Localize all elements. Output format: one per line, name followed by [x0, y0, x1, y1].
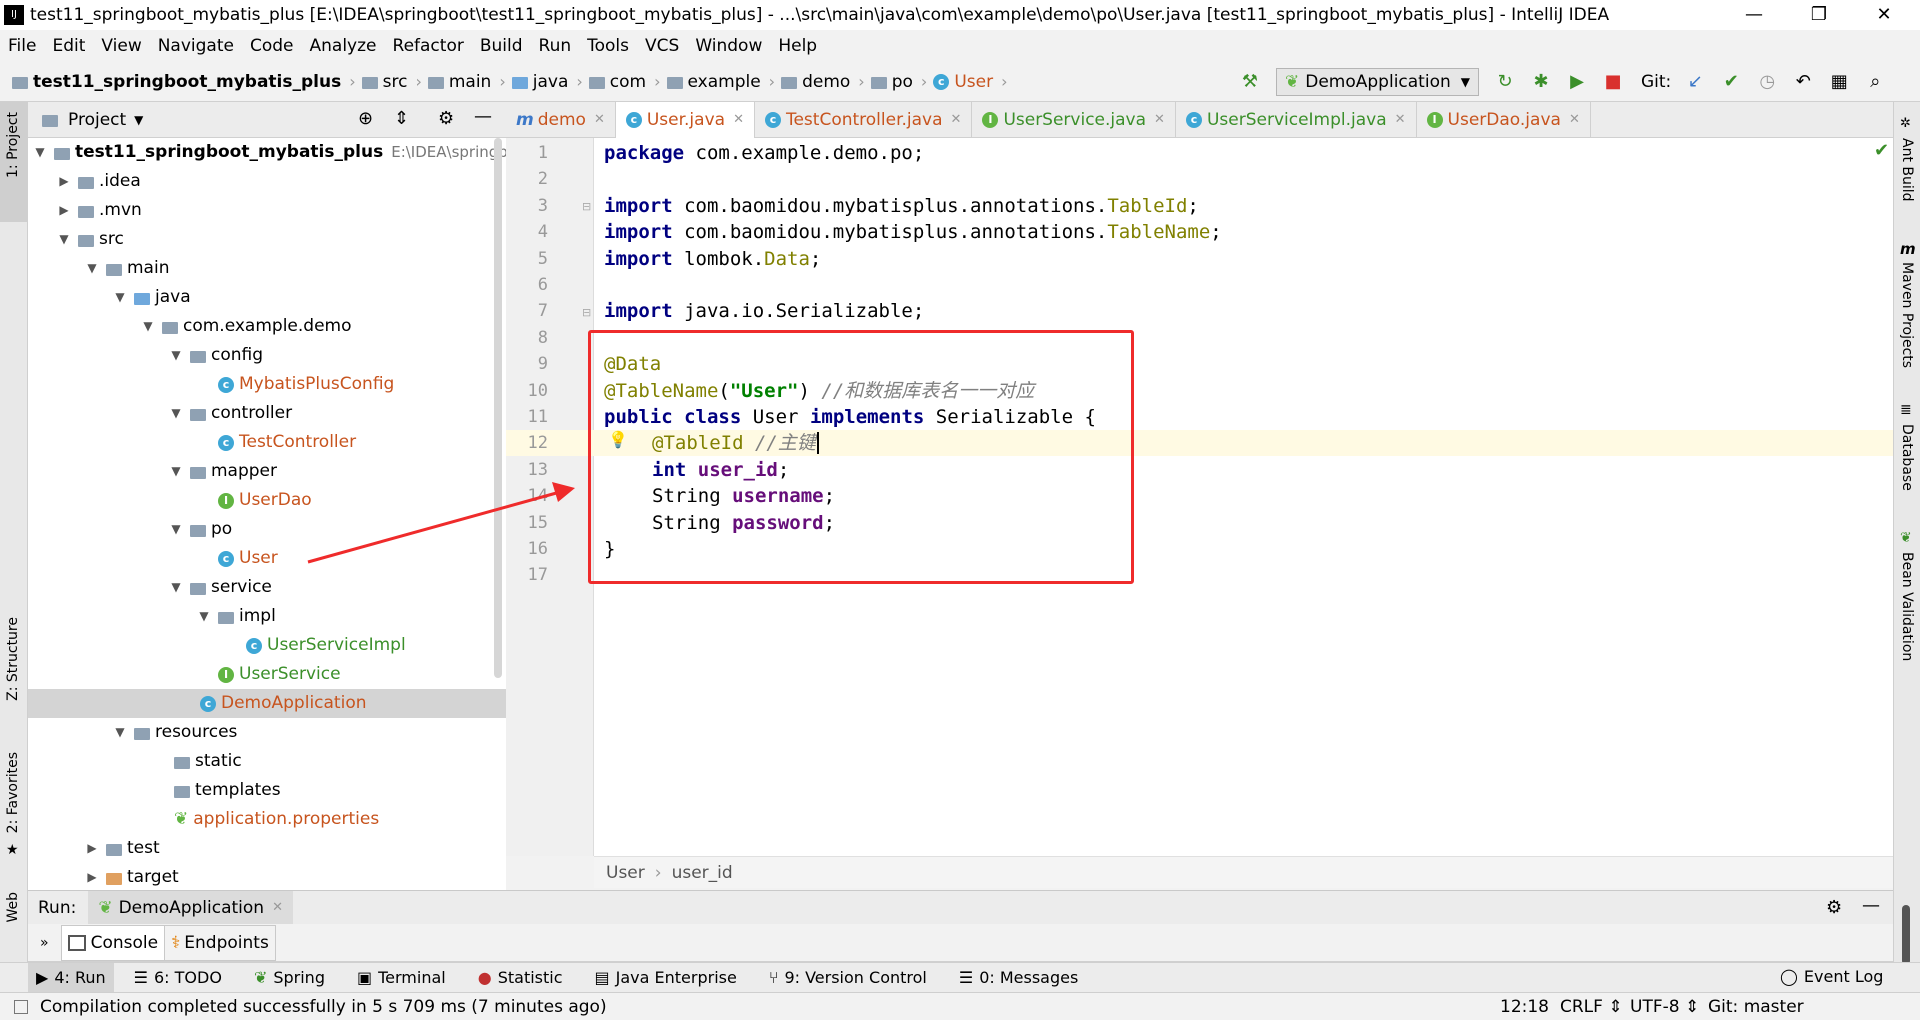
- close-icon[interactable]: ✕: [272, 900, 283, 915]
- run-label: Run:: [38, 897, 77, 918]
- tool-label: 4: Run: [54, 968, 106, 987]
- tool-label: Java Enterprise: [615, 968, 737, 987]
- tool-spring[interactable]: ❦ Spring: [254, 968, 325, 987]
- tool-window-bar: ▶ 4: Run ☰ 6: TODO ❦ Spring ▣ Terminal ● Stat…: [0, 962, 1920, 993]
- endpoints-icon: ⚕: [171, 932, 181, 953]
- run-config-tab[interactable]: ❦ DemoApplication ✕: [88, 890, 293, 925]
- run-subtabs: » Console ⚕ Endpoints: [28, 924, 1893, 962]
- tab-console[interactable]: Console: [60, 924, 166, 961]
- todo-list-icon: ☰: [133, 968, 148, 987]
- tool-label: Statistic: [497, 968, 563, 987]
- tool-run[interactable]: ▶ 4: Run: [28, 962, 114, 993]
- event-log-icon: ◯: [1780, 967, 1798, 986]
- hide-panel-icon[interactable]: —: [1862, 895, 1880, 916]
- editor-breadcrumb: User › user_id: [594, 856, 1893, 888]
- caret-position[interactable]: 12:18: [1500, 997, 1549, 1017]
- tool-label: Terminal: [378, 968, 446, 987]
- run-icon: ▶: [36, 968, 49, 987]
- chevron-right-icon: ›: [654, 862, 662, 883]
- tool-version-control[interactable]: ⑂ 9: Version Control: [769, 968, 927, 987]
- java-enterprise-icon: ▤: [594, 968, 610, 987]
- line-separator[interactable]: CRLF ⇕: [1560, 997, 1623, 1017]
- run-config-tab-label: DemoApplication: [118, 897, 265, 918]
- tab-label: Endpoints: [184, 932, 269, 953]
- breadcrumb-field[interactable]: user_id: [672, 863, 733, 883]
- file-encoding[interactable]: UTF-8 ⇕: [1630, 997, 1699, 1017]
- spring-boot-icon: ❦: [98, 897, 113, 918]
- status-message[interactable]: Compilation completed successfully in 5 …: [40, 997, 607, 1017]
- tool-todo[interactable]: ☰ 6: TODO: [134, 968, 222, 987]
- expand-icon[interactable]: »: [40, 935, 49, 951]
- run-panel-header: Run: ❦ DemoApplication ✕ ⚙ —: [28, 890, 1893, 925]
- tool-terminal[interactable]: ▣ Terminal: [357, 968, 446, 987]
- tool-event-log[interactable]: ◯ Event Log: [1780, 967, 1883, 986]
- terminal-icon: ▣: [356, 968, 373, 987]
- version-control-icon: ⑂: [768, 968, 779, 987]
- statistic-icon: ●: [477, 968, 492, 987]
- git-branch[interactable]: Git: master: [1708, 997, 1804, 1017]
- tool-label: Spring: [273, 968, 325, 987]
- status-toggle-icon[interactable]: [14, 999, 28, 1014]
- console-icon: [67, 934, 86, 951]
- line-separator-label: CRLF: [1560, 997, 1603, 1017]
- tool-messages[interactable]: ☰ 0: Messages: [959, 968, 1078, 987]
- gear-icon[interactable]: ⚙: [1826, 897, 1842, 918]
- spring-icon: ❦: [253, 968, 268, 987]
- tool-java-enterprise[interactable]: ▤ Java Enterprise: [595, 968, 737, 987]
- tool-label: 0: Messages: [979, 968, 1079, 987]
- tool-statistic[interactable]: ● Statistic: [478, 968, 563, 987]
- breadcrumb-class[interactable]: User: [606, 863, 645, 883]
- run-scrollbar[interactable]: [1902, 905, 1910, 965]
- tool-label: Event Log: [1803, 967, 1884, 986]
- encoding-label: UTF-8: [1630, 997, 1680, 1017]
- tab-label: Console: [90, 932, 159, 953]
- status-bar: Compilation completed successfully in 5 …: [0, 992, 1920, 1020]
- tool-label: 6: TODO: [154, 968, 222, 987]
- messages-icon: ☰: [958, 968, 974, 987]
- tool-label: 9: Version Control: [784, 968, 927, 987]
- tab-endpoints[interactable]: ⚕ Endpoints: [165, 924, 276, 961]
